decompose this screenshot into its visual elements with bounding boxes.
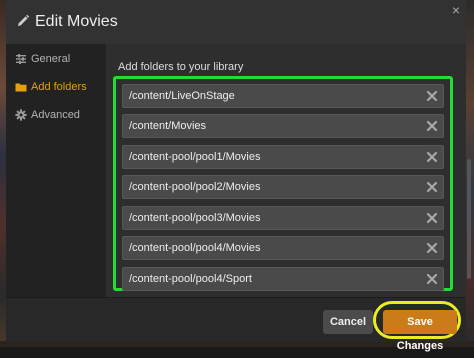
remove-icon[interactable] xyxy=(426,181,438,193)
remove-icon[interactable] xyxy=(426,273,438,285)
remove-icon[interactable] xyxy=(426,90,438,102)
folder-row[interactable]: /content/Movies xyxy=(122,114,444,138)
folder-row[interactable]: /content-pool/pool1/Movies xyxy=(122,145,444,169)
folder-row[interactable]: /content-pool/pool4/Sport xyxy=(122,267,444,291)
sidebar-item-add-folders[interactable]: Add folders xyxy=(6,73,106,101)
folder-row[interactable]: /content-pool/pool3/Movies xyxy=(122,206,444,230)
folder-path: /content-pool/pool4/Movies xyxy=(129,242,261,254)
remove-icon[interactable] xyxy=(426,151,438,163)
settings-sidebar: General Add folders Advanced xyxy=(6,44,106,297)
remove-icon[interactable] xyxy=(426,120,438,132)
scrollbar[interactable] xyxy=(467,159,471,279)
dialog-close-icon[interactable]: × xyxy=(446,0,466,20)
remove-icon[interactable] xyxy=(426,212,438,224)
folder-list: /content/LiveOnStage /content/Movies /co… xyxy=(113,76,453,291)
settings-sliders-icon xyxy=(16,54,26,64)
folder-row[interactable]: /content/LiveOnStage xyxy=(122,84,444,108)
add-folders-panel: Add folders to your library /content/Liv… xyxy=(106,44,471,297)
sidebar-item-label: Add folders xyxy=(31,81,87,93)
folder-path: /content/Movies xyxy=(129,120,207,132)
folder-path: /content-pool/pool2/Movies xyxy=(129,181,261,193)
folder-row[interactable]: /content-pool/pool4/Movies xyxy=(122,236,444,260)
remove-icon[interactable] xyxy=(426,242,438,254)
dialog-header: Edit Movies × xyxy=(6,0,466,45)
sidebar-item-label: General xyxy=(31,53,71,65)
folder-path: /content-pool/pool1/Movies xyxy=(129,151,261,163)
folder-path: /content/LiveOnStage xyxy=(129,90,235,102)
edit-library-dialog: Edit Movies × General Add folders Advanc… xyxy=(6,0,471,352)
folder-icon xyxy=(15,83,27,92)
gear-icon xyxy=(15,109,27,121)
dialog-footer: Cancel Save Changes xyxy=(6,297,466,352)
sidebar-item-label: Advanced xyxy=(31,109,80,121)
cancel-button[interactable]: Cancel xyxy=(323,310,373,334)
pencil-icon xyxy=(18,14,30,26)
folder-path: /content-pool/pool4/Sport xyxy=(129,273,252,285)
sidebar-item-advanced[interactable]: Advanced xyxy=(6,101,106,129)
save-changes-button[interactable]: Save Changes xyxy=(383,310,457,352)
dialog-title: Edit Movies xyxy=(35,13,118,30)
section-label: Add folders to your library xyxy=(118,61,244,73)
folder-path: /content-pool/pool3/Movies xyxy=(129,212,261,224)
folder-row[interactable]: /content-pool/pool2/Movies xyxy=(122,175,444,199)
sidebar-item-general[interactable]: General xyxy=(6,45,106,73)
